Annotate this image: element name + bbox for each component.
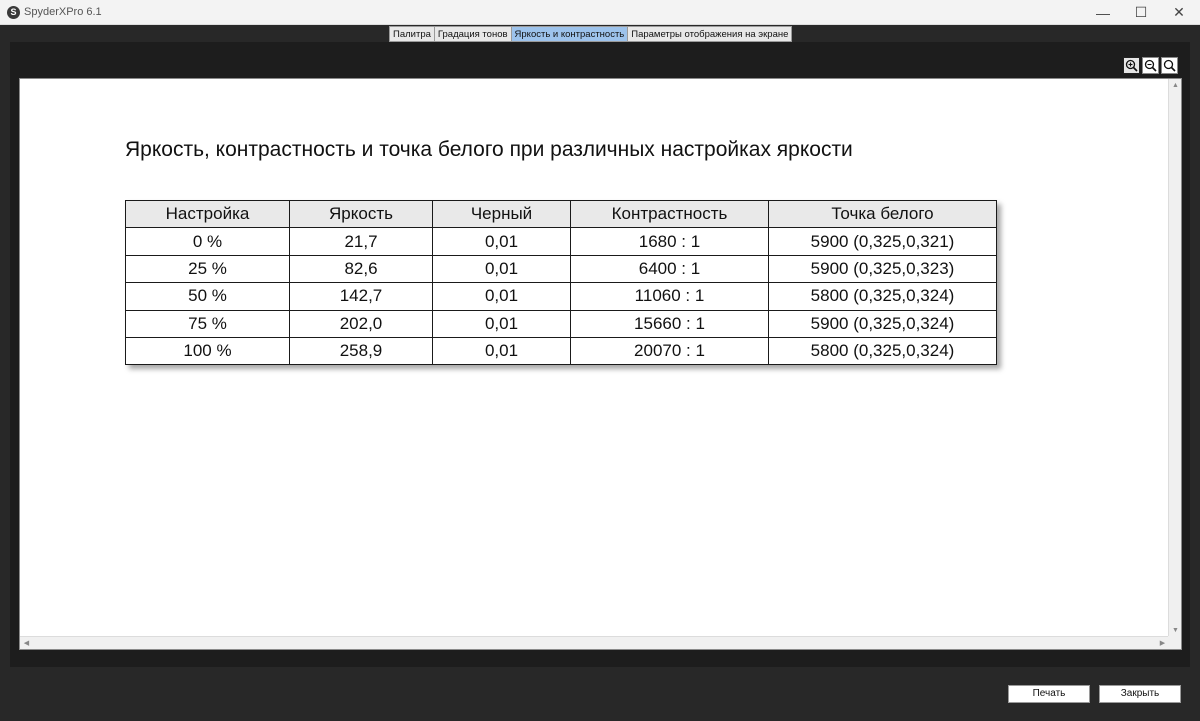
- horizontal-scrollbar[interactable]: ◀ ▶: [20, 636, 1169, 649]
- cell-white-point: 5800 (0,325,0,324): [768, 336, 997, 366]
- tab-bar: Палитра Градация тонов Яркость и контрас…: [389, 26, 793, 42]
- zoom-out-icon: [1144, 59, 1157, 72]
- cell-setting: 100 %: [125, 336, 290, 366]
- table-row: 25 % 82,6 0,01 6400 : 1 5900 (0,325,0,32…: [125, 254, 997, 284]
- table-row: 100 % 258,9 0,01 20070 : 1 5800 (0,325,0…: [125, 336, 997, 366]
- table-header-row: Настройка Яркость Черный Контрастность Т…: [125, 199, 997, 229]
- cell-contrast: 15660 : 1: [570, 309, 769, 338]
- title-bar: S SpyderXPro 6.1 — ☐ ✕: [0, 0, 1200, 25]
- zoom-fit-button[interactable]: [1161, 57, 1178, 74]
- report-title: Яркость, контрастность и точка белого пр…: [125, 138, 853, 161]
- tab-display-settings[interactable]: Параметры отображения на экране: [627, 26, 793, 42]
- cell-black: 0,01: [432, 336, 571, 366]
- cell-black: 0,01: [432, 254, 571, 284]
- zoom-fit-icon: [1163, 59, 1176, 72]
- cell-white-point: 5900 (0,325,0,323): [768, 254, 997, 284]
- cell-brightness: 258,9: [289, 336, 433, 366]
- tab-palette[interactable]: Палитра: [389, 26, 434, 42]
- app-logo-icon: S: [7, 6, 20, 19]
- cell-brightness: 202,0: [289, 309, 433, 338]
- column-header-contrast: Контрастность: [570, 199, 769, 229]
- cell-setting: 50 %: [125, 282, 290, 311]
- cell-white-point: 5800 (0,325,0,324): [768, 282, 997, 311]
- cell-black: 0,01: [432, 309, 571, 338]
- column-header-black: Черный: [432, 199, 571, 229]
- cell-black: 0,01: [432, 282, 571, 311]
- table-row: 75 % 202,0 0,01 15660 : 1 5900 (0,325,0,…: [125, 309, 997, 338]
- window-title: SpyderXPro 6.1: [24, 6, 102, 18]
- zoom-in-button[interactable]: [1123, 57, 1140, 74]
- column-header-brightness: Яркость: [289, 199, 433, 229]
- vertical-scrollbar[interactable]: ▲ ▼: [1168, 79, 1181, 637]
- cell-contrast: 20070 : 1: [570, 336, 769, 366]
- cell-brightness: 82,6: [289, 254, 433, 284]
- cell-contrast: 6400 : 1: [570, 254, 769, 284]
- close-window-button[interactable]: ✕: [1156, 0, 1200, 25]
- column-header-white-point: Точка белого: [768, 199, 997, 229]
- table-row: 0 % 21,7 0,01 1680 : 1 5900 (0,325,0,321…: [125, 227, 997, 256]
- tab-tone-gradation[interactable]: Градация тонов: [433, 26, 511, 42]
- scroll-up-icon[interactable]: ▲: [1169, 79, 1182, 92]
- zoom-in-icon: [1125, 59, 1138, 72]
- table-row: 50 % 142,7 0,01 11060 : 1 5800 (0,325,0,…: [125, 282, 997, 311]
- cell-setting: 25 %: [125, 254, 290, 284]
- brightness-table: Настройка Яркость Черный Контрастность Т…: [125, 199, 997, 366]
- cell-contrast: 1680 : 1: [570, 227, 769, 256]
- tab-brightness-contrast[interactable]: Яркость и контрастность: [510, 26, 628, 42]
- print-button[interactable]: Печать: [1008, 685, 1090, 703]
- scroll-left-icon[interactable]: ◀: [20, 637, 33, 650]
- cell-black: 0,01: [432, 227, 571, 256]
- cell-setting: 0 %: [125, 227, 290, 256]
- report-viewer: Яркость, контрастность и точка белого пр…: [19, 78, 1182, 650]
- cell-brightness: 142,7: [289, 282, 433, 311]
- close-button[interactable]: Закрыть: [1099, 685, 1181, 703]
- column-header-setting: Настройка: [125, 199, 290, 229]
- zoom-toolbar: [1123, 57, 1178, 74]
- cell-brightness: 21,7: [289, 227, 433, 256]
- zoom-out-button[interactable]: [1142, 57, 1159, 74]
- cell-white-point: 5900 (0,325,0,321): [768, 227, 997, 256]
- cell-white-point: 5900 (0,325,0,324): [768, 309, 997, 338]
- cell-contrast: 11060 : 1: [570, 282, 769, 311]
- scrollbar-corner: [1168, 636, 1181, 649]
- cell-setting: 75 %: [125, 309, 290, 338]
